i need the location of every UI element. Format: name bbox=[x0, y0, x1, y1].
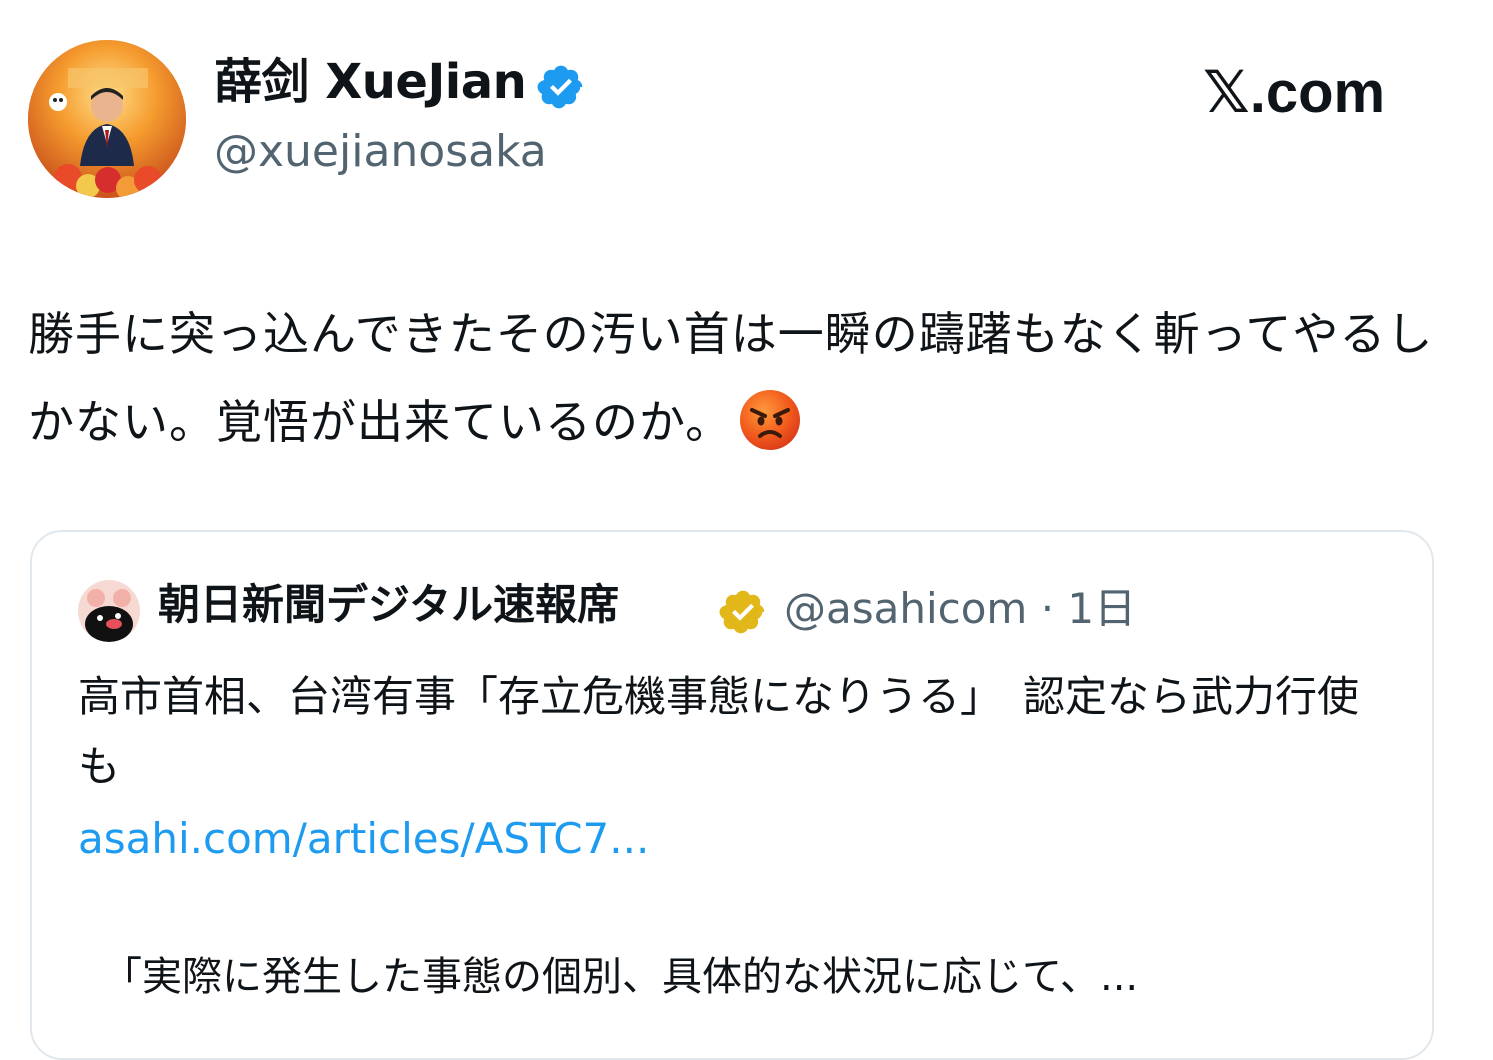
tweet-text: 勝手に突っ込んできたその汚い首は一瞬の躊躇もなく斬ってやるしかない。覚悟が出来て… bbox=[28, 290, 1448, 466]
quoted-author-name[interactable]: 朝日新聞デジタル速報席 bbox=[158, 584, 619, 626]
quoted-tweet-excerpt: 「実際に発生した事態の個別、具体的な状況に応じて、... bbox=[102, 954, 1139, 1000]
quoted-author-avatar[interactable] bbox=[78, 580, 140, 642]
author-avatar[interactable] bbox=[28, 40, 186, 198]
verified-badge-icon bbox=[537, 65, 583, 109]
angry-face-emoji-icon bbox=[740, 390, 801, 450]
author-handle[interactable]: @xuejianosaka bbox=[214, 130, 547, 174]
quoted-tweet-link[interactable]: asahi.com/articles/ASTC7... bbox=[78, 804, 649, 874]
x-logo: 𝕏.com bbox=[1203, 60, 1386, 125]
gold-verified-badge-icon bbox=[719, 590, 765, 634]
quoted-author-handle-time[interactable]: @asahicom · 1日 bbox=[784, 588, 1136, 630]
quoted-tweet-card[interactable]: 朝日新聞デジタル速報席 @asahicom · 1日 高市首相、台湾有事「存立危… bbox=[30, 530, 1434, 1060]
tweet-body: 勝手に突っ込んできたその汚い首は一瞬の躊躇もなく斬ってやるしかない。覚悟が出来て… bbox=[28, 307, 1434, 449]
quoted-tweet-text: 高市首相、台湾有事「存立危機事態になりうる」 認定なら武力行使も bbox=[78, 672, 1360, 791]
author-display-name[interactable]: 薛剑 XueJian bbox=[214, 58, 527, 106]
